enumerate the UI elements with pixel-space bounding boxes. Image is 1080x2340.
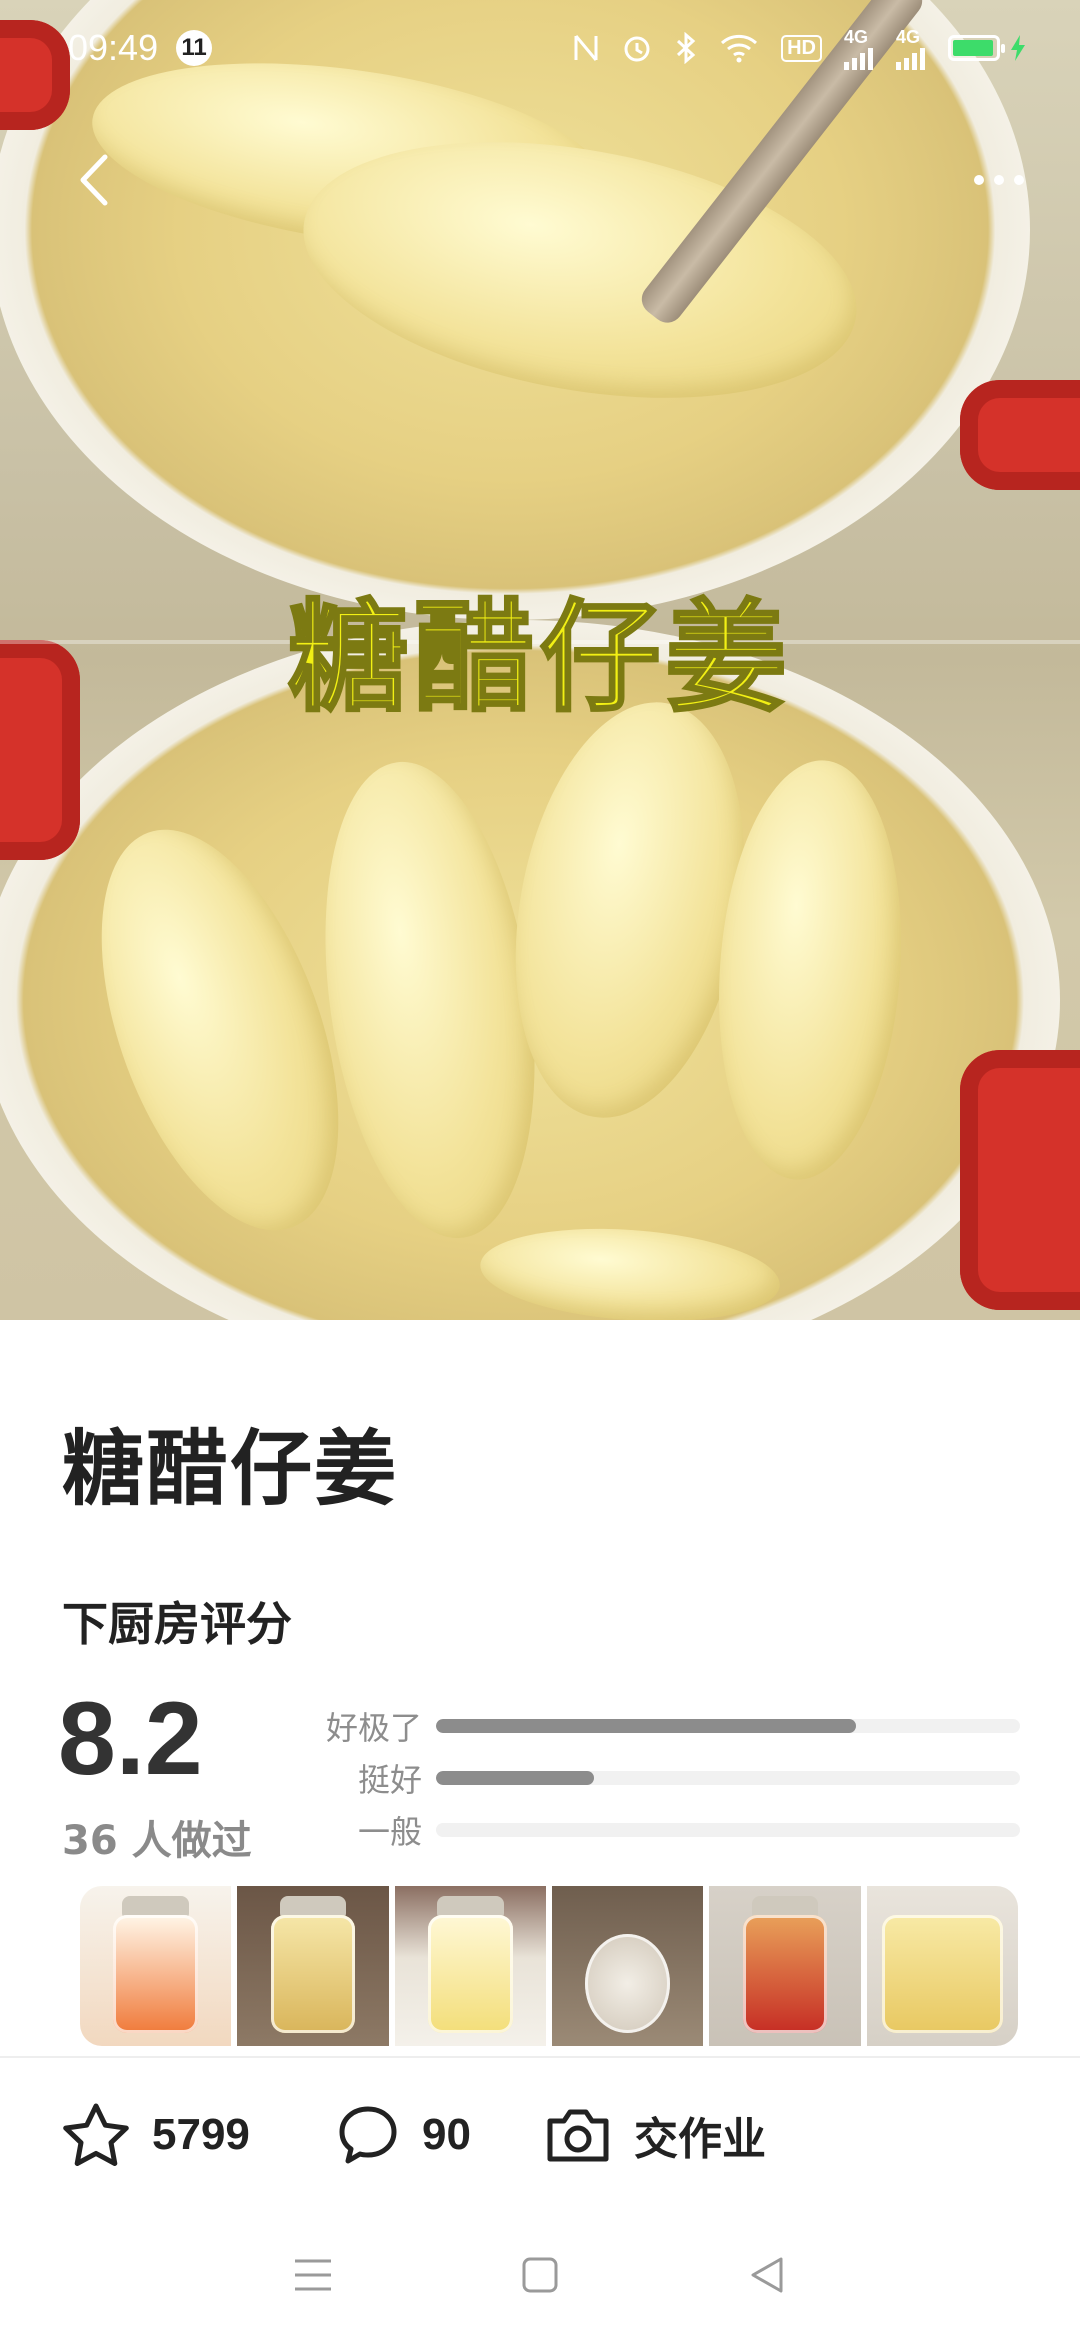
back-arrow-icon[interactable]	[64, 150, 124, 210]
user-photo-thumbnail[interactable]	[237, 1886, 389, 2046]
rating-bar-label: 一般	[357, 1813, 422, 1851]
section-divider	[0, 2056, 1080, 2058]
comment-button[interactable]: 90	[336, 2103, 471, 2167]
more-dots-icon[interactable]	[954, 150, 1044, 210]
status-bar: 09:49 11 HD 4G 4G	[0, 0, 1080, 96]
user-photo-thumbnail[interactable]	[551, 1886, 704, 2046]
rating-bar-label: 挺好	[357, 1761, 422, 1799]
hero-overlay-title: 糖醋仔姜	[287, 586, 792, 730]
comments-count: 90	[422, 2110, 471, 2159]
back-triangle-icon[interactable]	[737, 2245, 797, 2305]
user-photo-thumbnail[interactable]	[394, 1886, 546, 2046]
rating-bar-track	[436, 1771, 1020, 1785]
rating-label: 下厨房评分	[62, 1597, 292, 1651]
network-type-label: 4G	[844, 26, 869, 47]
recipe-title: 糖醋仔姜	[62, 1422, 399, 1517]
user-photo-thumbnail[interactable]	[709, 1886, 861, 2046]
bowl-handle	[960, 1050, 1080, 1310]
alarm-icon	[621, 32, 653, 64]
chat-bubble-icon	[336, 2103, 400, 2167]
homework-label: 交作业	[634, 2115, 766, 2164]
system-navigation-bar	[0, 2210, 1080, 2340]
bowl-handle	[960, 380, 1080, 490]
home-square-icon[interactable]	[510, 2245, 570, 2305]
signal-icon: 4G	[844, 27, 874, 70]
user-photo-thumbnail[interactable]	[80, 1886, 232, 2046]
rating-score: 8.2	[58, 1681, 203, 1797]
rating-bar-fill	[436, 1771, 594, 1785]
signal-icon: 4G	[896, 27, 926, 70]
recipe-content: 糖醋仔姜 下厨房评分 8.2 36 人做过 好极了 挺好 一般	[0, 1320, 1080, 2060]
rating-distribution: 好极了 挺好 一般	[320, 1700, 1020, 1856]
cooked-count: 36 人做过	[62, 1818, 252, 1864]
favorites-count: 5799	[152, 2110, 250, 2159]
status-time: 09:49	[68, 27, 159, 68]
bluetooth-icon	[675, 32, 697, 64]
rating-bar-row: 好极了	[320, 1700, 1020, 1752]
user-photo-thumbnail[interactable]	[866, 1886, 1018, 2046]
rating-bar-label: 好极了	[325, 1709, 422, 1747]
notification-count-badge: 11	[176, 30, 213, 66]
network-type-label: 4G	[896, 26, 921, 47]
rating-bar-row: 一般	[320, 1804, 1020, 1856]
favorite-button[interactable]: 5799	[62, 2102, 250, 2168]
menu-icon[interactable]	[283, 2245, 343, 2305]
hero-image: 糖醋仔姜	[0, 0, 1080, 1320]
submit-homework-button[interactable]: 交作业	[544, 2103, 766, 2167]
camera-icon	[544, 2105, 612, 2165]
rating-bar-row: 挺好	[320, 1752, 1020, 1804]
user-photo-strip[interactable]	[80, 1886, 1018, 2046]
wifi-icon	[719, 33, 759, 63]
rating-bar-track	[436, 1719, 1020, 1733]
battery-icon	[948, 35, 1026, 61]
hd-icon: HD	[781, 34, 822, 62]
nfc-icon	[573, 33, 599, 63]
rating-bar-track	[436, 1823, 1020, 1837]
action-bar: 5799 90 交作业	[0, 2060, 1080, 2210]
star-icon	[62, 2102, 130, 2168]
rating-bar-fill	[436, 1719, 857, 1733]
